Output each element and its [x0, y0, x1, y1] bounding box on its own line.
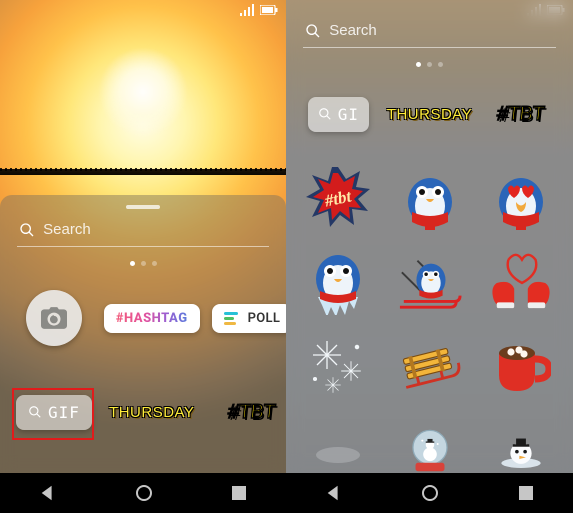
tbt-burst-sticker[interactable]: #tbt	[306, 166, 370, 230]
dot	[438, 62, 443, 67]
search-icon	[318, 107, 332, 121]
dot	[152, 261, 157, 266]
back-button[interactable]	[39, 484, 57, 502]
thursday-label: THURSDAY	[387, 106, 472, 123]
penguin-hearteyes-sticker[interactable]	[489, 166, 553, 230]
sticker-sheet-expanded: GI THURSDAY #TBT #tbt	[286, 0, 573, 473]
recents-button[interactable]	[518, 485, 534, 501]
penguin-sticker[interactable]	[398, 166, 462, 230]
poll-label: POLL	[248, 311, 281, 326]
hot-cocoa-sticker[interactable]	[489, 334, 553, 398]
tbt-sticker-button[interactable]: #TBT	[496, 103, 545, 126]
gif-label: GIF	[48, 403, 80, 422]
search-icon	[19, 222, 35, 238]
gif-label: GI	[338, 105, 359, 124]
tbt-label: #TBT	[227, 401, 276, 423]
sticker-search-input[interactable]	[329, 22, 554, 39]
home-button[interactable]	[134, 483, 154, 503]
penguin-icicles-sticker[interactable]	[306, 250, 370, 314]
thursday-label: THURSDAY	[109, 404, 194, 421]
snowflakes-sticker[interactable]	[306, 334, 370, 398]
pagination-dots	[416, 62, 443, 67]
sticker-sheet: #HASHTAG POLL GIF THURSDAY #TBT	[0, 195, 286, 473]
tbt-sticker-button[interactable]: #TBT	[227, 401, 276, 424]
battery-icon	[260, 5, 278, 15]
status-bar	[0, 0, 286, 20]
tbt-label: #TBT	[496, 103, 545, 125]
search-icon	[28, 405, 42, 419]
pagination-dots	[130, 261, 157, 266]
gif-sticker-button[interactable]: GIF	[16, 395, 92, 430]
mittens-heart-sticker[interactable]	[489, 250, 553, 314]
gif-sticker-button[interactable]: GI	[308, 97, 369, 132]
poll-sticker-button[interactable]: POLL	[212, 304, 293, 333]
camera-icon	[41, 307, 67, 329]
camera-sticker-button[interactable]	[26, 290, 82, 346]
thursday-sticker-button[interactable]: THURSDAY	[109, 404, 194, 421]
home-button[interactable]	[420, 483, 440, 503]
phone-right-screenshot: GI THURSDAY #TBT #tbt	[286, 0, 573, 513]
cell-signal-icon	[240, 4, 254, 16]
sticker-search-row[interactable]	[303, 18, 556, 48]
sled-sticker[interactable]	[398, 334, 462, 398]
dot-active	[130, 261, 135, 266]
hashtag-label: #HASHTAG	[116, 311, 188, 326]
sticker-grid: #HASHTAG POLL GIF THURSDAY #TBT	[0, 280, 286, 450]
thursday-sticker-button[interactable]: THURSDAY	[387, 106, 472, 123]
dot-active	[416, 62, 421, 67]
dot	[141, 261, 146, 266]
sheet-grip-handle[interactable]	[126, 205, 160, 209]
recents-button[interactable]	[231, 485, 247, 501]
android-navbar	[286, 473, 573, 513]
horizon-line	[0, 169, 286, 175]
dot	[427, 62, 432, 67]
sun-glare	[98, 47, 188, 137]
sticker-search-input[interactable]	[43, 221, 267, 238]
back-button[interactable]	[325, 484, 343, 502]
search-icon	[305, 23, 321, 39]
poll-bars-icon	[224, 312, 238, 325]
sticker-search-row[interactable]	[17, 217, 269, 247]
penguin-ski-sticker[interactable]	[398, 250, 462, 314]
hashtag-sticker-button[interactable]: #HASHTAG	[104, 304, 200, 333]
android-navbar	[0, 473, 286, 513]
sticker-grid: GI THURSDAY #TBT #tbt	[286, 81, 573, 483]
phone-left-screenshot: #HASHTAG POLL GIF THURSDAY #TBT	[0, 0, 286, 513]
